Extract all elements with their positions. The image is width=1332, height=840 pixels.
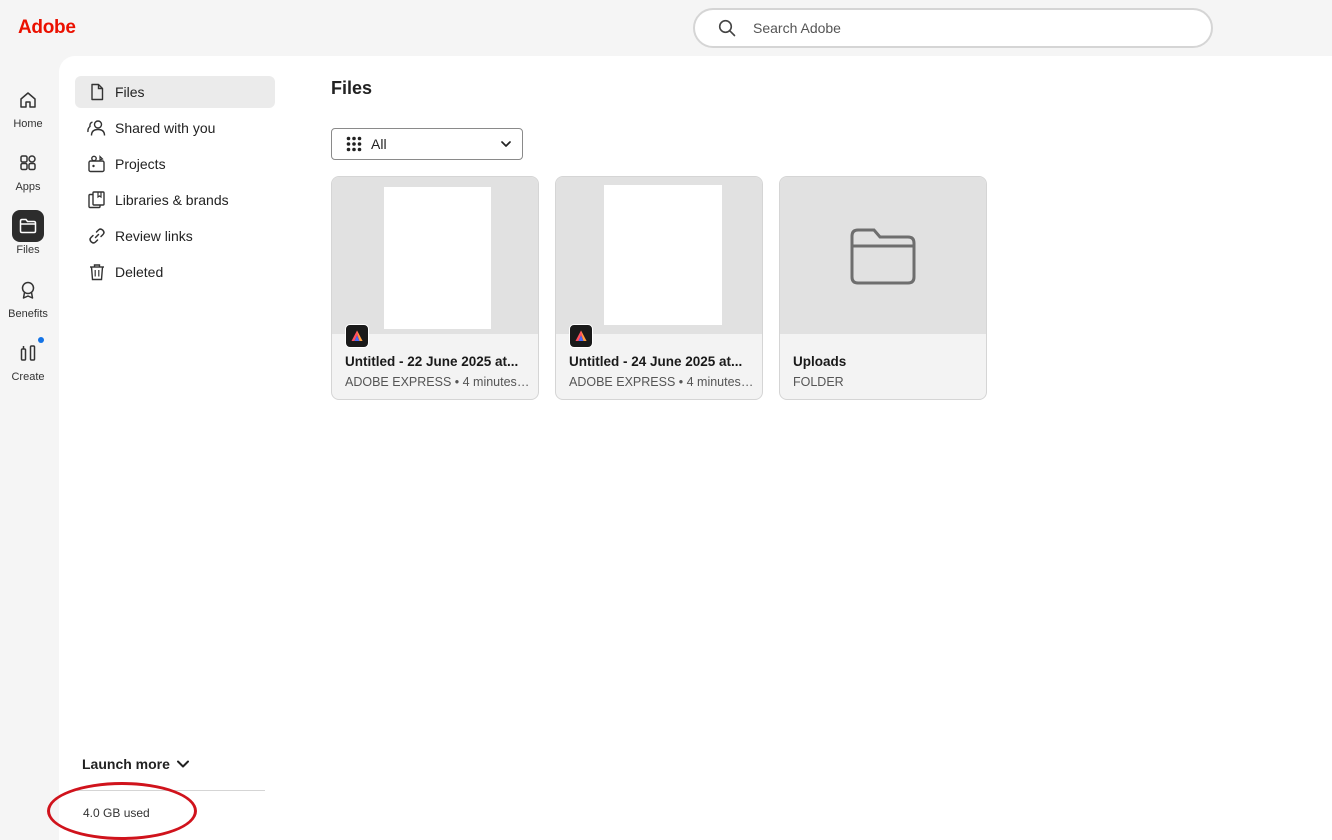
- page-title: Files: [331, 78, 373, 98]
- file-thumbnail: [556, 177, 762, 334]
- launch-more-button[interactable]: Launch more: [82, 756, 190, 772]
- search-bar[interactable]: [693, 8, 1213, 48]
- file-card[interactable]: Untitled - 22 June 2025 at... ADOBE EXPR…: [331, 176, 539, 400]
- sidebar-item-review-links[interactable]: Review links: [75, 220, 275, 252]
- sidebar-item-label: Projects: [115, 156, 166, 172]
- card-subtitle: ADOBE EXPRESS • 4 minutes ...: [345, 375, 530, 389]
- home-icon: [12, 84, 44, 116]
- main-panel: Files Shared with you Projects Libraries…: [47, 56, 1332, 840]
- page-preview: [384, 187, 491, 329]
- top-bar: Adobe: [0, 0, 1332, 56]
- chevron-down-icon: [176, 759, 190, 769]
- card-title: Untitled - 24 June 2025 at...: [569, 354, 743, 369]
- sidebar-item-libraries[interactable]: Libraries & brands: [75, 184, 275, 216]
- app-rail: Home Apps Files Benefits Create: [0, 56, 56, 840]
- link-icon: [87, 226, 107, 246]
- chevron-down-icon: [500, 138, 512, 150]
- sidebar-item-shared[interactable]: Shared with you: [75, 112, 275, 144]
- sidebar-item-files[interactable]: Files: [75, 76, 275, 108]
- notification-dot: [38, 337, 44, 343]
- card-subtitle: ADOBE EXPRESS • 4 minutes ...: [569, 375, 754, 389]
- adobe-logo[interactable]: Adobe: [18, 17, 76, 39]
- search-icon: [717, 18, 737, 38]
- people-icon: [87, 118, 107, 138]
- rail-item-home[interactable]: Home: [0, 84, 56, 140]
- search-input[interactable]: [753, 20, 1173, 36]
- card-title: Untitled - 22 June 2025 at...: [345, 354, 519, 369]
- rail-label: Create: [11, 371, 45, 383]
- sidebar-item-label: Deleted: [115, 264, 164, 280]
- rail-item-files[interactable]: Files: [0, 210, 56, 266]
- sidebar-item-label: Review links: [115, 228, 193, 244]
- card-title: Uploads: [793, 354, 847, 369]
- launch-more-label: Launch more: [82, 756, 170, 772]
- folder-icon: [12, 210, 44, 242]
- file-icon: [87, 82, 107, 102]
- libraries-icon: [87, 190, 107, 210]
- filter-dropdown[interactable]: All: [331, 128, 523, 160]
- rail-label: Apps: [15, 181, 41, 193]
- rail-item-benefits[interactable]: Benefits: [0, 274, 56, 330]
- folder-thumbnail: [780, 177, 986, 334]
- sidebar-item-label: Files: [115, 84, 145, 100]
- file-thumbnail: [332, 177, 538, 334]
- rail-label: Benefits: [8, 308, 48, 320]
- sidebar-item-deleted[interactable]: Deleted: [75, 256, 275, 288]
- projects-icon: [87, 154, 107, 174]
- file-card[interactable]: Untitled - 24 June 2025 at... ADOBE EXPR…: [555, 176, 763, 400]
- grid-icon: [346, 136, 362, 152]
- sidebar-item-label: Libraries & brands: [115, 192, 229, 208]
- award-icon: [12, 274, 44, 306]
- filter-selected: All: [371, 136, 387, 152]
- card-subtitle: FOLDER: [793, 375, 844, 389]
- folder-card[interactable]: Uploads FOLDER: [779, 176, 987, 400]
- storage-usage: 4.0 GB used: [83, 806, 150, 820]
- apps-icon: [12, 147, 44, 179]
- adobe-express-icon: [345, 324, 369, 348]
- rail-label: Home: [13, 118, 43, 130]
- sidebar-divider: [77, 790, 265, 791]
- sidebar-item-projects[interactable]: Projects: [75, 148, 275, 180]
- rail-item-create[interactable]: Create: [0, 337, 56, 393]
- adobe-express-icon: [569, 324, 593, 348]
- rail-item-apps[interactable]: Apps: [0, 147, 56, 203]
- rail-label: Files: [16, 244, 40, 256]
- sidebar-item-label: Shared with you: [115, 120, 216, 136]
- page-preview: [604, 185, 722, 325]
- folder-icon: [850, 228, 916, 285]
- trash-icon: [87, 262, 107, 282]
